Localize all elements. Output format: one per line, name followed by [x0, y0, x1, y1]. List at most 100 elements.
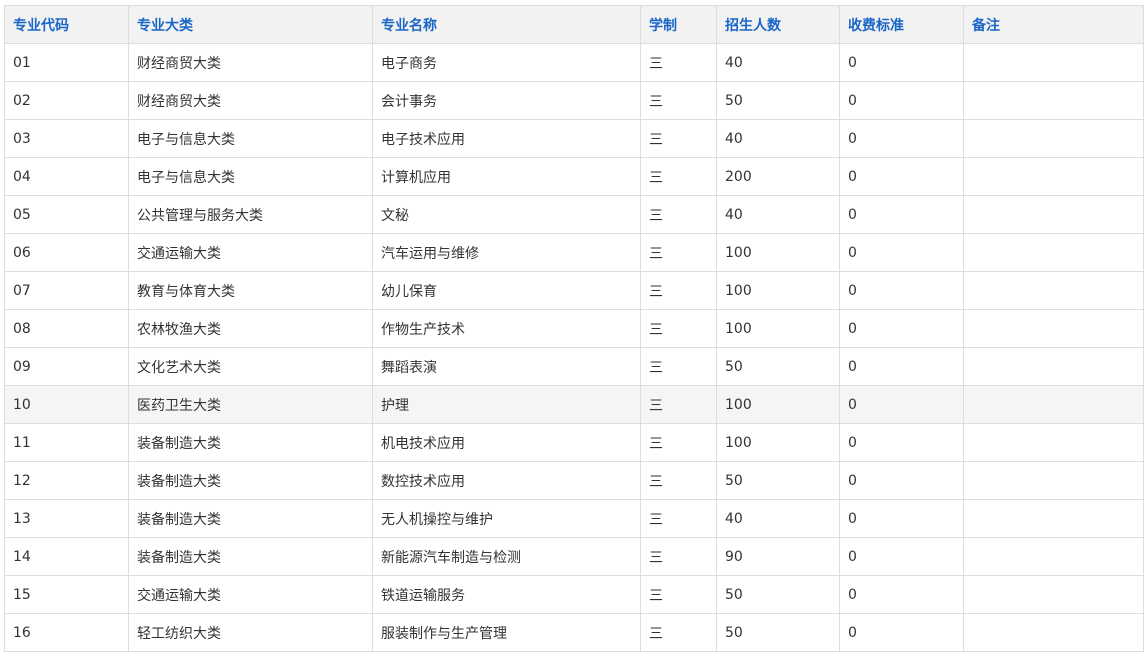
- enrollment-cell: 40: [716, 499, 840, 538]
- major-code-cell: 07: [4, 271, 129, 310]
- major-name-cell: 电子商务: [372, 43, 641, 82]
- enrollment-cell: 50: [716, 347, 840, 386]
- fee-cell: 0: [839, 461, 964, 500]
- fee-cell: 0: [839, 195, 964, 234]
- enrollment-cell: 50: [716, 461, 840, 500]
- major-name-cell: 计算机应用: [372, 157, 641, 196]
- fee-cell: 0: [839, 309, 964, 348]
- fee-cell: 0: [839, 499, 964, 538]
- major-name-cell: 机电技术应用: [372, 423, 641, 462]
- enrollment-cell: 100: [716, 385, 840, 424]
- fee-cell: 0: [839, 613, 964, 652]
- duration-cell: 三: [640, 461, 717, 500]
- major-name-cell: 文秘: [372, 195, 641, 234]
- major-code-cell: 14: [4, 537, 129, 576]
- major-category-cell: 财经商贸大类: [128, 81, 373, 120]
- notes-cell: [963, 119, 1144, 158]
- duration-cell: 三: [640, 195, 717, 234]
- major-category-cell: 装备制造大类: [128, 423, 373, 462]
- major-category-cell: 装备制造大类: [128, 537, 373, 576]
- major-code-cell: 05: [4, 195, 129, 234]
- fee-cell: 0: [839, 575, 964, 614]
- table-row: 08 农林牧渔大类 作物生产技术三 100 0: [4, 309, 1144, 348]
- notes-cell: [963, 575, 1144, 614]
- notes-cell: [963, 157, 1144, 196]
- fee-cell: 0: [839, 537, 964, 576]
- duration-cell: 三: [640, 347, 717, 386]
- notes-cell: [963, 537, 1144, 576]
- duration-cell: 三: [640, 43, 717, 82]
- table-row: 01 财经商贸大类 电子商务三 40 0: [4, 43, 1144, 82]
- header-duration: 学制: [640, 5, 717, 44]
- enrollment-cell: 40: [716, 43, 840, 82]
- table-body: 01 财经商贸大类 电子商务三 40 0 02 财经商贸大类 会计事务三 50 0 03 电子与信息大…: [4, 43, 1144, 652]
- notes-cell: [963, 347, 1144, 386]
- duration-cell: 三: [640, 575, 717, 614]
- major-category-cell: 轻工纺织大类: [128, 613, 373, 652]
- major-category-cell: 交通运输大类: [128, 575, 373, 614]
- table-row: 15 交通运输大类 铁道运输服务三 50 0: [4, 575, 1144, 614]
- major-code-cell: 01: [4, 43, 129, 82]
- table-row: 09 文化艺术大类 舞蹈表演三 50 0: [4, 347, 1144, 386]
- duration-cell: 三: [640, 81, 717, 120]
- duration-cell: 三: [640, 423, 717, 462]
- duration-cell: 三: [640, 385, 717, 424]
- fee-cell: 0: [839, 81, 964, 120]
- notes-cell: [963, 423, 1144, 462]
- table-header: 专业代码 专业大类 专业名称 学制 招生人数 收费标准 备注: [4, 5, 1144, 44]
- enrollment-cell: 90: [716, 537, 840, 576]
- notes-cell: [963, 613, 1144, 652]
- notes-cell: [963, 271, 1144, 310]
- fee-cell: 0: [839, 347, 964, 386]
- duration-cell: 三: [640, 537, 717, 576]
- major-name-cell: 作物生产技术: [372, 309, 641, 348]
- major-name-cell: 舞蹈表演: [372, 347, 641, 386]
- major-category-cell: 电子与信息大类: [128, 157, 373, 196]
- major-code-cell: 15: [4, 575, 129, 614]
- header-enrollment: 招生人数: [716, 5, 840, 44]
- major-name-cell: 幼儿保育: [372, 271, 641, 310]
- duration-cell: 三: [640, 271, 717, 310]
- table-row: 02 财经商贸大类 会计事务三 50 0: [4, 81, 1144, 120]
- major-code-cell: 10: [4, 385, 129, 424]
- table-row: 04 电子与信息大类 计算机应用三 200 0: [4, 157, 1144, 196]
- table-row: 16 轻工纺织大类 服装制作与生产管理三 50 0: [4, 613, 1144, 652]
- header-major-code: 专业代码: [4, 5, 129, 44]
- major-code-cell: 09: [4, 347, 129, 386]
- major-code-cell: 06: [4, 233, 129, 272]
- enrollment-table: 专业代码 专业大类 专业名称 学制 招生人数 收费标准 备注 01 财经商贸大类电…: [4, 5, 1144, 652]
- header-major-category: 专业大类: [128, 5, 373, 44]
- enrollment-cell: 100: [716, 271, 840, 310]
- major-name-cell: 无人机操控与维护: [372, 499, 641, 538]
- table-row: 10 医药卫生大类 护理三 100 0: [4, 385, 1144, 424]
- major-category-cell: 财经商贸大类: [128, 43, 373, 82]
- table-row: 12 装备制造大类 数控技术应用三 50 0: [4, 461, 1144, 500]
- major-category-cell: 交通运输大类: [128, 233, 373, 272]
- major-code-cell: 02: [4, 81, 129, 120]
- major-category-cell: 公共管理与服务大类: [128, 195, 373, 234]
- fee-cell: 0: [839, 43, 964, 82]
- notes-cell: [963, 499, 1144, 538]
- header-fee: 收费标准: [839, 5, 964, 44]
- major-code-cell: 08: [4, 309, 129, 348]
- duration-cell: 三: [640, 309, 717, 348]
- major-name-cell: 数控技术应用: [372, 461, 641, 500]
- major-category-cell: 医药卫生大类: [128, 385, 373, 424]
- enrollment-cell: 50: [716, 81, 840, 120]
- major-name-cell: 服装制作与生产管理: [372, 613, 641, 652]
- table-row: 14 装备制造大类 新能源汽车制造与检测三 90 0: [4, 537, 1144, 576]
- duration-cell: 三: [640, 157, 717, 196]
- table-row: 05 公共管理与服务大类 文秘三 40 0: [4, 195, 1144, 234]
- fee-cell: 0: [839, 119, 964, 158]
- notes-cell: [963, 309, 1144, 348]
- notes-cell: [963, 43, 1144, 82]
- header-row: 专业代码 专业大类 专业名称 学制 招生人数 收费标准 备注: [4, 5, 1144, 44]
- enrollment-cell: 200: [716, 157, 840, 196]
- table-row: 13 装备制造大类 无人机操控与维护三 40 0: [4, 499, 1144, 538]
- major-category-cell: 电子与信息大类: [128, 119, 373, 158]
- enrollment-cell: 50: [716, 575, 840, 614]
- fee-cell: 0: [839, 233, 964, 272]
- enrollment-cell: 100: [716, 233, 840, 272]
- notes-cell: [963, 385, 1144, 424]
- notes-cell: [963, 81, 1144, 120]
